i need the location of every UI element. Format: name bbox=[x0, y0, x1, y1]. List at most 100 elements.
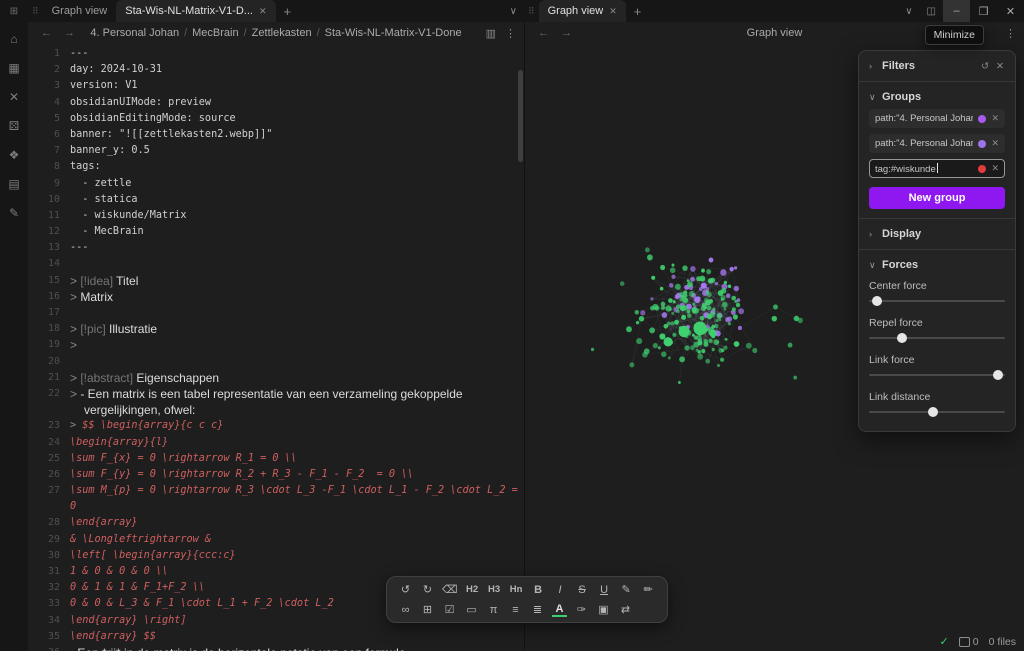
graph-node[interactable] bbox=[685, 345, 690, 350]
remove-group-icon[interactable]: ✕ bbox=[991, 113, 999, 124]
graph-node[interactable] bbox=[772, 316, 777, 322]
editor-line[interactable]: 7banner_y: 0.5 bbox=[28, 143, 524, 159]
display-section-title[interactable]: Display bbox=[882, 228, 921, 240]
tab-close-icon[interactable]: ✕ bbox=[609, 6, 617, 17]
new-group-button[interactable]: New group bbox=[869, 187, 1005, 209]
list-icon[interactable]: ≡ bbox=[508, 602, 523, 617]
graph-node[interactable] bbox=[653, 343, 658, 348]
graph-node[interactable] bbox=[716, 341, 719, 344]
graph-node[interactable] bbox=[662, 312, 668, 318]
daily-notes-icon[interactable]: ▦ bbox=[4, 60, 24, 76]
graph-node[interactable] bbox=[728, 285, 731, 289]
align-icon[interactable]: ≣ bbox=[530, 602, 545, 617]
random-note-icon[interactable]: ⚄ bbox=[4, 118, 24, 134]
graph-node[interactable] bbox=[717, 364, 720, 367]
editor-line[interactable]: 11 - wiskunde/Matrix bbox=[28, 208, 524, 224]
graph-node[interactable] bbox=[724, 308, 727, 311]
graph-node[interactable] bbox=[724, 281, 727, 285]
editor-line[interactable]: 22> - Een matrix is een tabel representa… bbox=[28, 386, 524, 402]
editor-line[interactable]: 5obsidianEditingMode: source bbox=[28, 111, 524, 127]
chevron-down-icon[interactable]: ∨ bbox=[869, 260, 877, 271]
graph-node[interactable] bbox=[731, 296, 736, 301]
graph-node[interactable] bbox=[650, 297, 653, 300]
graph-node[interactable] bbox=[687, 310, 691, 314]
table-icon[interactable]: ⊞ bbox=[420, 602, 435, 617]
minimize-button[interactable]: – bbox=[943, 0, 970, 22]
reset-settings-icon[interactable]: ↺ bbox=[980, 61, 990, 72]
graph-node[interactable] bbox=[720, 269, 726, 276]
group-color-dot[interactable] bbox=[978, 140, 986, 148]
graph-node[interactable] bbox=[687, 281, 693, 287]
graph-node[interactable] bbox=[675, 284, 681, 290]
tab-sta-wis-nl-matrix-v1-d[interactable]: Sta-Wis-NL-Matrix-V1-D...✕ bbox=[116, 0, 275, 22]
chevron-down-icon[interactable]: ∨ bbox=[869, 92, 877, 103]
editor-line[interactable]: 1--- bbox=[28, 46, 524, 62]
editor-line[interactable]: 17 bbox=[28, 305, 524, 321]
editor-body[interactable]: 1---2day: 2024-10-313version: V14obsidia… bbox=[28, 44, 524, 651]
graph-node[interactable] bbox=[700, 316, 705, 321]
graph-node[interactable] bbox=[680, 298, 683, 302]
tab-group-grip-icon[interactable]: ⠿ bbox=[28, 6, 43, 17]
breadcrumb-item[interactable]: MecBrain bbox=[192, 27, 238, 39]
graph-node[interactable] bbox=[712, 348, 715, 351]
chevron-right-icon[interactable]: › bbox=[869, 229, 877, 239]
graph-node[interactable] bbox=[661, 302, 666, 307]
graph-node[interactable] bbox=[689, 291, 695, 297]
graph-node[interactable] bbox=[706, 269, 711, 274]
center-force-slider[interactable] bbox=[869, 295, 1005, 308]
graph-node[interactable] bbox=[670, 267, 676, 273]
graph-node-large[interactable] bbox=[664, 337, 673, 346]
slider-thumb[interactable] bbox=[872, 296, 882, 306]
graph-node[interactable] bbox=[667, 322, 671, 326]
remove-group-icon[interactable]: ✕ bbox=[991, 138, 999, 149]
math-icon[interactable]: π bbox=[486, 602, 501, 617]
edit-note-icon[interactable]: ✏ bbox=[641, 582, 656, 597]
editor-line[interactable]: 20 bbox=[28, 354, 524, 370]
graph-node[interactable] bbox=[649, 327, 655, 333]
editor-line[interactable]: 4obsidianUIMode: preview bbox=[28, 95, 524, 111]
slider-thumb[interactable] bbox=[993, 370, 1003, 380]
graph-node[interactable] bbox=[738, 308, 744, 314]
editor-line[interactable]: 3version: V1 bbox=[28, 78, 524, 94]
group-color-dot[interactable] bbox=[978, 165, 986, 173]
editor-line[interactable]: 13--- bbox=[28, 240, 524, 256]
graph-node[interactable] bbox=[734, 266, 737, 269]
graph-node[interactable] bbox=[661, 351, 667, 357]
group-query-input[interactable]: tag:#wiskunde✕ bbox=[869, 159, 1005, 178]
attachment-icon[interactable]: ∞ bbox=[398, 602, 413, 617]
graph-node[interactable] bbox=[674, 320, 679, 325]
link-distance-slider[interactable] bbox=[869, 406, 1005, 419]
tab-close-icon[interactable]: ✕ bbox=[259, 6, 267, 17]
graph-node[interactable] bbox=[668, 298, 673, 303]
redo-icon[interactable]: ↻ bbox=[420, 582, 435, 597]
highlight-icon[interactable]: ✎ bbox=[619, 582, 634, 597]
graph-node[interactable] bbox=[671, 275, 675, 279]
graph-node[interactable] bbox=[682, 265, 687, 271]
graph-node[interactable] bbox=[701, 349, 705, 353]
editor-line[interactable]: 21> [!abstract] Eigenschappen bbox=[28, 370, 524, 386]
graph-node[interactable] bbox=[714, 324, 718, 329]
new-tab-button[interactable]: + bbox=[276, 4, 300, 19]
graph-node[interactable] bbox=[732, 307, 736, 311]
graph-node[interactable] bbox=[659, 333, 665, 339]
graph-node[interactable] bbox=[712, 308, 715, 311]
graph-node-large[interactable] bbox=[709, 330, 716, 337]
graph-node[interactable] bbox=[716, 319, 719, 322]
tab-list-chevron-icon[interactable]: ∨ bbox=[898, 6, 919, 17]
graph-node[interactable] bbox=[730, 267, 734, 272]
graph-node[interactable] bbox=[697, 354, 703, 360]
graph-node[interactable] bbox=[658, 346, 661, 349]
graph-node[interactable] bbox=[794, 316, 799, 322]
graph-node[interactable] bbox=[644, 348, 650, 354]
forces-section-title[interactable]: Forces bbox=[882, 259, 918, 271]
menu-grid-icon[interactable]: ⊞ bbox=[0, 0, 28, 22]
graph-node[interactable] bbox=[629, 362, 634, 367]
tab-list-chevron-icon[interactable]: ∨ bbox=[503, 6, 524, 17]
graph-node[interactable] bbox=[652, 304, 658, 310]
graph-node[interactable] bbox=[680, 305, 686, 311]
graph-node[interactable] bbox=[718, 318, 721, 321]
graph-node[interactable] bbox=[690, 266, 696, 272]
tab-group-grip-icon[interactable]: ⠿ bbox=[524, 6, 539, 17]
graph-node[interactable] bbox=[640, 310, 645, 315]
clear-formatting-icon[interactable]: ⌫ bbox=[442, 582, 458, 597]
